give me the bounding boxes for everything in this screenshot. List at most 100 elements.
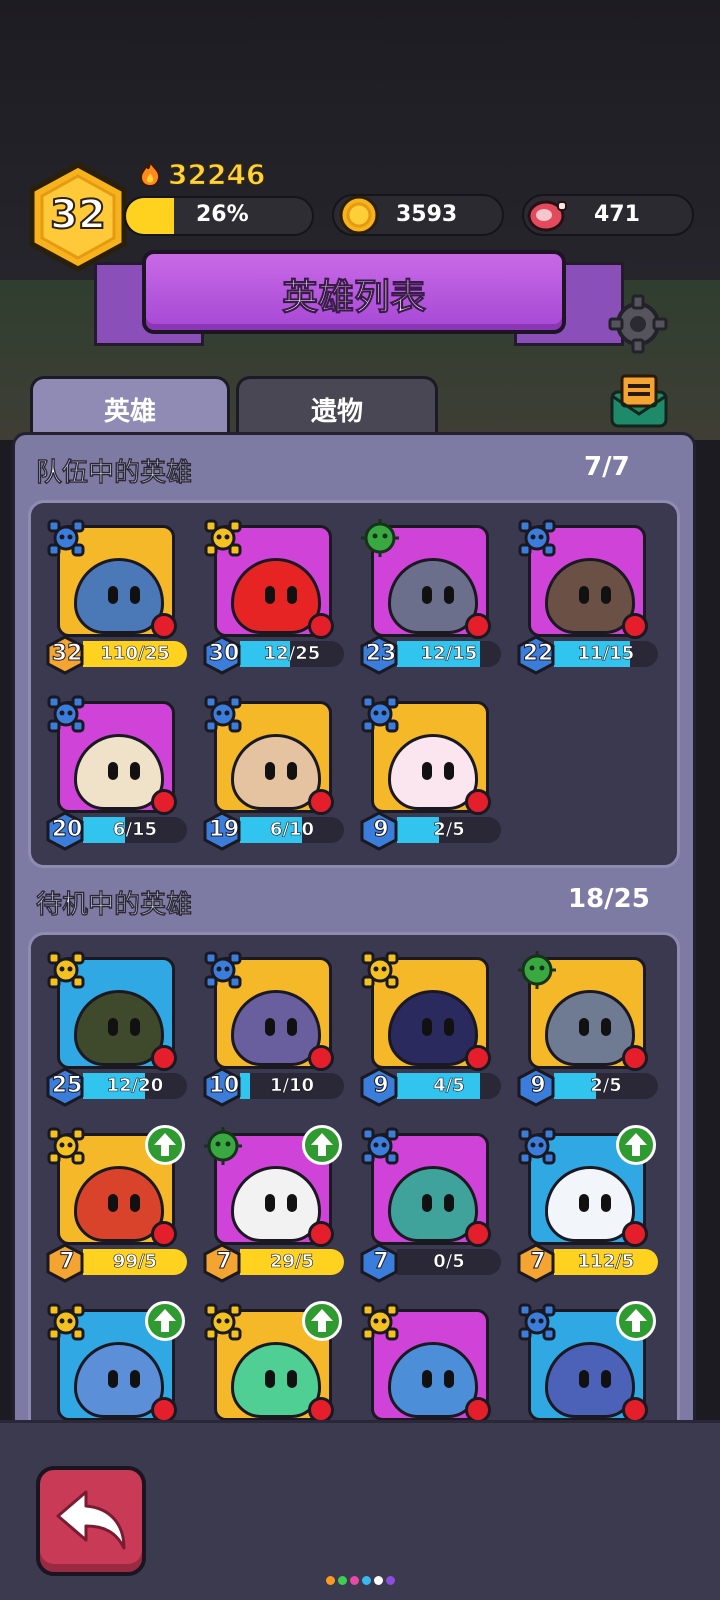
experience-percent: 26% xyxy=(196,202,249,227)
experience-fill xyxy=(126,198,175,234)
notification-dot xyxy=(465,789,491,815)
gold-value: 3593 xyxy=(396,202,458,227)
hero-shard-text: 4/5 xyxy=(433,1075,465,1097)
hero-level: 7 xyxy=(530,1249,546,1275)
hero-shard-progress: 6/10 xyxy=(240,817,344,843)
hero-eye xyxy=(601,1194,611,1212)
hero-card[interactable]: 11/15 22 xyxy=(516,517,658,675)
hero-eye xyxy=(108,1194,118,1212)
hero-card[interactable]: 112/5 7 xyxy=(516,1125,658,1283)
hero-card[interactable]: 12/25 30 xyxy=(202,517,344,675)
hero-card[interactable]: 2/5 9 xyxy=(516,949,658,1107)
hero-shard-text: 12/20 xyxy=(106,1075,164,1097)
magic-class-icon xyxy=(204,951,242,989)
hero-card[interactable]: 29/5 7 xyxy=(202,1125,344,1283)
hero-shard-progress: 6/15 xyxy=(83,817,187,843)
upgrade-available-icon xyxy=(145,1301,185,1341)
magic-class-icon xyxy=(47,519,85,557)
attack-class-icon xyxy=(361,951,399,989)
hero-card[interactable]: 12/15 23 xyxy=(359,517,501,675)
notification-dot xyxy=(308,1221,334,1247)
hero-card[interactable]: 99/5 7 xyxy=(45,1125,187,1283)
hero-shard-progress: 4/5 xyxy=(397,1073,501,1099)
hero-shard-progress: 12/25 xyxy=(240,641,344,667)
hero-eye xyxy=(130,1018,140,1036)
hero-card[interactable]: 6/10 19 xyxy=(202,693,344,851)
back-button[interactable] xyxy=(36,1466,146,1576)
magic-class-icon xyxy=(518,519,556,557)
page-title: 英雄列表 xyxy=(281,277,426,319)
notification-dot xyxy=(465,613,491,639)
hero-card[interactable]: 4/5 9 xyxy=(359,949,501,1107)
upgrade-available-icon xyxy=(616,1125,656,1165)
hero-shard-progress: 12/20 xyxy=(83,1073,187,1099)
meat-icon xyxy=(527,200,567,232)
hero-card[interactable]: 6/15 20 xyxy=(45,693,187,851)
hero-eye xyxy=(287,1194,297,1212)
player-level-badge[interactable]: 32 xyxy=(28,162,128,272)
tab-heroes[interactable]: 英雄 xyxy=(30,376,230,438)
hero-shard-progress: 99/5 xyxy=(83,1249,187,1275)
notification-dot xyxy=(308,1045,334,1071)
hero-eye xyxy=(422,762,432,780)
hero-card[interactable]: 110/25 32 xyxy=(45,517,187,675)
defense-class-icon xyxy=(204,1127,242,1165)
gear-icon xyxy=(608,294,668,354)
hero-eye xyxy=(287,1018,297,1036)
tab-relics-label: 遗物 xyxy=(310,397,363,427)
mail-button[interactable] xyxy=(608,372,670,430)
hero-eye xyxy=(130,1194,140,1212)
hero-level: 7 xyxy=(216,1249,232,1275)
idle-hero-grid: 12/20 25 1/10 10 4/5 9 2/5 9 99/5 7 29/5… xyxy=(28,932,680,1452)
hero-level: 7 xyxy=(59,1249,75,1275)
hero-eye xyxy=(579,1018,589,1036)
hero-eye xyxy=(130,586,140,604)
hero-eye xyxy=(601,1018,611,1036)
hero-card[interactable]: 0/5 7 xyxy=(359,1125,501,1283)
hero-level: 9 xyxy=(373,1073,389,1099)
hero-shard-progress: 2/5 xyxy=(397,817,501,843)
hero-eye xyxy=(601,1370,611,1388)
magic-class-icon xyxy=(518,1303,556,1341)
gold-counter[interactable]: 3593 xyxy=(332,194,504,236)
hero-eye xyxy=(422,1018,432,1036)
notification-dot xyxy=(308,789,334,815)
hero-card[interactable]: 2/5 9 xyxy=(359,693,501,851)
hero-eye xyxy=(579,1370,589,1388)
up-arrow-icon xyxy=(625,1133,647,1156)
page-dot xyxy=(338,1576,347,1585)
page-dot xyxy=(326,1576,335,1585)
hero-shard-text: 29/5 xyxy=(269,1251,315,1273)
notification-dot xyxy=(622,1221,648,1247)
page-dot xyxy=(374,1576,383,1585)
attack-class-icon xyxy=(361,1303,399,1341)
settings-button[interactable] xyxy=(608,294,668,354)
experience-bar: 26% xyxy=(124,196,314,236)
flame-icon xyxy=(139,161,161,187)
notification-dot xyxy=(308,613,334,639)
notification-dot xyxy=(465,1221,491,1247)
hero-shard-text: 12/15 xyxy=(420,643,478,665)
hero-shard-text: 110/25 xyxy=(100,643,170,665)
team-section-title: 队伍中的英雄 xyxy=(36,458,193,489)
hero-eye xyxy=(444,1370,454,1388)
hero-card[interactable]: 1/10 10 xyxy=(202,949,344,1107)
hero-eye xyxy=(287,1370,297,1388)
back-arrow-icon xyxy=(56,1490,126,1550)
meat-counter[interactable]: 471 xyxy=(522,194,694,236)
title-banner: 英雄列表 xyxy=(142,250,566,334)
hero-shard-text: 99/5 xyxy=(112,1251,158,1273)
meat-value: 471 xyxy=(594,202,640,227)
notification-dot xyxy=(151,1045,177,1071)
hero-card[interactable]: 12/20 25 xyxy=(45,949,187,1107)
hero-level: 19 xyxy=(208,817,240,843)
hero-level: 10 xyxy=(208,1073,240,1099)
hero-eye xyxy=(130,762,140,780)
page-indicator xyxy=(326,1576,395,1585)
notification-dot xyxy=(465,1045,491,1071)
power-display: 32246 xyxy=(138,157,266,191)
tab-relics[interactable]: 遗物 xyxy=(236,376,438,438)
notification-dot xyxy=(151,613,177,639)
hero-shard-text: 12/25 xyxy=(263,643,321,665)
hero-eye xyxy=(422,586,432,604)
